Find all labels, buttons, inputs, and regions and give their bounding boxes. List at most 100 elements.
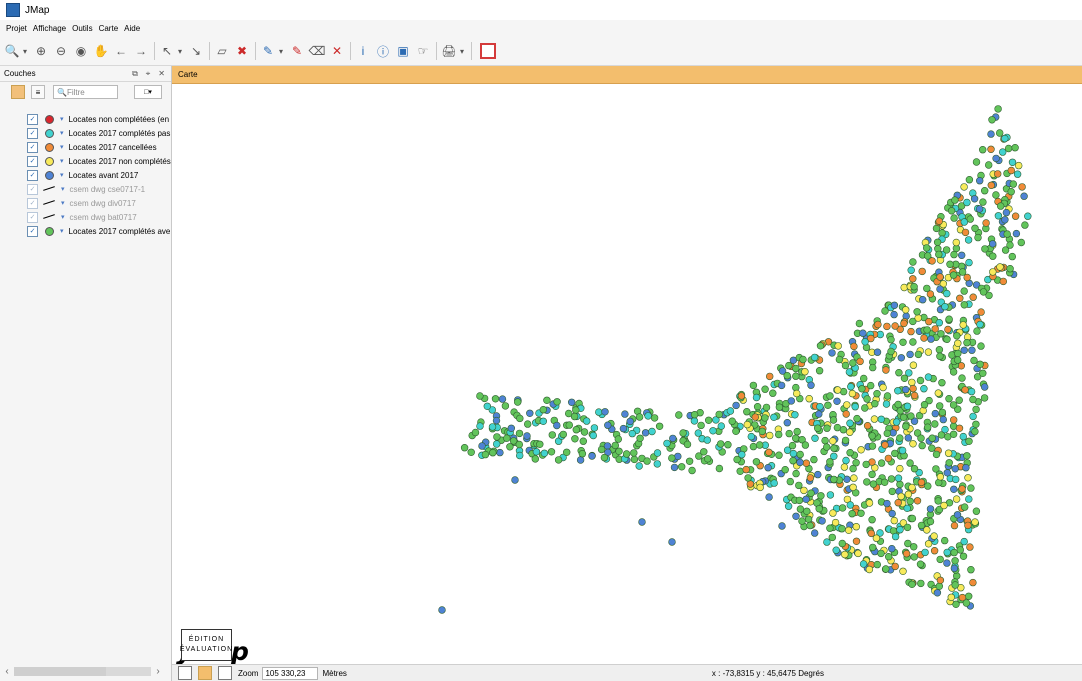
map-point[interactable]: [896, 434, 904, 442]
map-point[interactable]: [934, 389, 942, 397]
expand-triangle-icon[interactable]: ▾: [61, 185, 65, 193]
map-point[interactable]: [959, 552, 968, 560]
map-point[interactable]: [716, 440, 725, 448]
map-point[interactable]: [848, 510, 856, 518]
map-point[interactable]: [965, 495, 973, 503]
map-point[interactable]: [821, 436, 829, 445]
map-point[interactable]: [941, 425, 949, 434]
map-point[interactable]: [906, 497, 914, 505]
map-point[interactable]: [999, 277, 1007, 286]
map-point[interactable]: [959, 432, 967, 441]
map-point[interactable]: [883, 499, 891, 508]
map-point[interactable]: [963, 273, 971, 282]
map-point[interactable]: [601, 408, 609, 416]
map-point[interactable]: [955, 396, 963, 404]
map-point[interactable]: [670, 463, 679, 472]
map-point[interactable]: [964, 474, 972, 482]
map-point[interactable]: [524, 420, 532, 428]
map-point[interactable]: [865, 565, 874, 574]
map-point[interactable]: [726, 407, 735, 415]
map-point[interactable]: [902, 422, 910, 431]
map-point[interactable]: [663, 439, 671, 448]
map-point[interactable]: [944, 449, 953, 457]
expand-triangle-icon[interactable]: ▾: [60, 129, 64, 137]
map-point[interactable]: [798, 517, 806, 525]
map-point[interactable]: [941, 303, 949, 311]
map-point[interactable]: [931, 325, 939, 333]
map-point[interactable]: [774, 430, 783, 439]
map-point[interactable]: [992, 154, 1000, 163]
map-point[interactable]: [770, 413, 778, 421]
map-point[interactable]: [971, 224, 979, 233]
map-point[interactable]: [826, 491, 835, 499]
map-point[interactable]: [949, 368, 958, 376]
map-point[interactable]: [1001, 134, 1009, 143]
map-point[interactable]: [947, 593, 955, 601]
map-point[interactable]: [984, 161, 993, 169]
map-point[interactable]: [924, 373, 933, 381]
map-point[interactable]: [980, 186, 989, 195]
map-point[interactable]: [968, 346, 976, 354]
map-point[interactable]: [751, 413, 759, 421]
map-point[interactable]: [900, 283, 908, 292]
map-point[interactable]: [668, 538, 676, 546]
map-point[interactable]: [824, 401, 832, 409]
map-point[interactable]: [950, 485, 958, 493]
map-point[interactable]: [583, 417, 591, 425]
layer-checkbox[interactable]: ✓: [27, 141, 38, 153]
map-point[interactable]: [935, 582, 943, 590]
layer-checkbox[interactable]: ✓: [27, 113, 38, 125]
map-point[interactable]: [994, 105, 1002, 113]
map-point[interactable]: [891, 532, 900, 541]
map-point[interactable]: [849, 483, 857, 491]
map-point[interactable]: [927, 335, 935, 343]
map-point[interactable]: [975, 176, 984, 185]
map-point[interactable]: [514, 398, 522, 406]
map-point[interactable]: [903, 523, 912, 532]
map-point[interactable]: [799, 355, 807, 364]
map-point[interactable]: [783, 372, 791, 380]
map-point[interactable]: [949, 430, 958, 438]
map-point[interactable]: [816, 342, 825, 350]
map-point[interactable]: [884, 454, 893, 463]
map-point[interactable]: [636, 434, 644, 442]
map-point[interactable]: [910, 283, 918, 291]
map-point[interactable]: [817, 492, 825, 500]
map-point[interactable]: [938, 229, 946, 237]
forward-icon[interactable]: →: [133, 43, 149, 59]
map-point[interactable]: [880, 478, 889, 486]
map-point[interactable]: [622, 450, 631, 458]
map-point[interactable]: [548, 431, 556, 439]
map-point[interactable]: [635, 462, 643, 470]
map-point[interactable]: [943, 335, 951, 344]
map-point[interactable]: [967, 484, 975, 492]
map-point[interactable]: [830, 444, 838, 452]
map-point[interactable]: [943, 469, 951, 477]
map-point[interactable]: [930, 547, 939, 555]
map-point[interactable]: [835, 355, 844, 364]
map-point[interactable]: [943, 548, 951, 557]
map-point[interactable]: [516, 414, 524, 423]
map-point[interactable]: [883, 322, 891, 331]
map-point[interactable]: [828, 349, 836, 357]
map-point[interactable]: [648, 427, 656, 436]
map-point[interactable]: [883, 392, 892, 400]
scroll-right-icon[interactable]: ›: [151, 666, 165, 677]
map-point[interactable]: [976, 360, 984, 368]
map-point[interactable]: [478, 442, 486, 450]
map-point[interactable]: [938, 379, 946, 387]
menu-projet[interactable]: Projet: [6, 24, 27, 33]
map-point[interactable]: [966, 215, 974, 223]
map-point[interactable]: [924, 540, 933, 548]
map-point[interactable]: [979, 198, 987, 206]
map-point[interactable]: [815, 367, 824, 375]
map-point[interactable]: [914, 314, 922, 322]
layer-item-6[interactable]: ✓ ▾ csem dwg div0717: [0, 196, 171, 210]
map-point[interactable]: [683, 440, 692, 449]
map-point[interactable]: [850, 474, 858, 482]
map-point[interactable]: [653, 449, 662, 457]
map-point[interactable]: [733, 455, 741, 464]
map-point[interactable]: [614, 435, 622, 443]
map-point[interactable]: [896, 480, 904, 489]
map-point[interactable]: [553, 398, 561, 406]
